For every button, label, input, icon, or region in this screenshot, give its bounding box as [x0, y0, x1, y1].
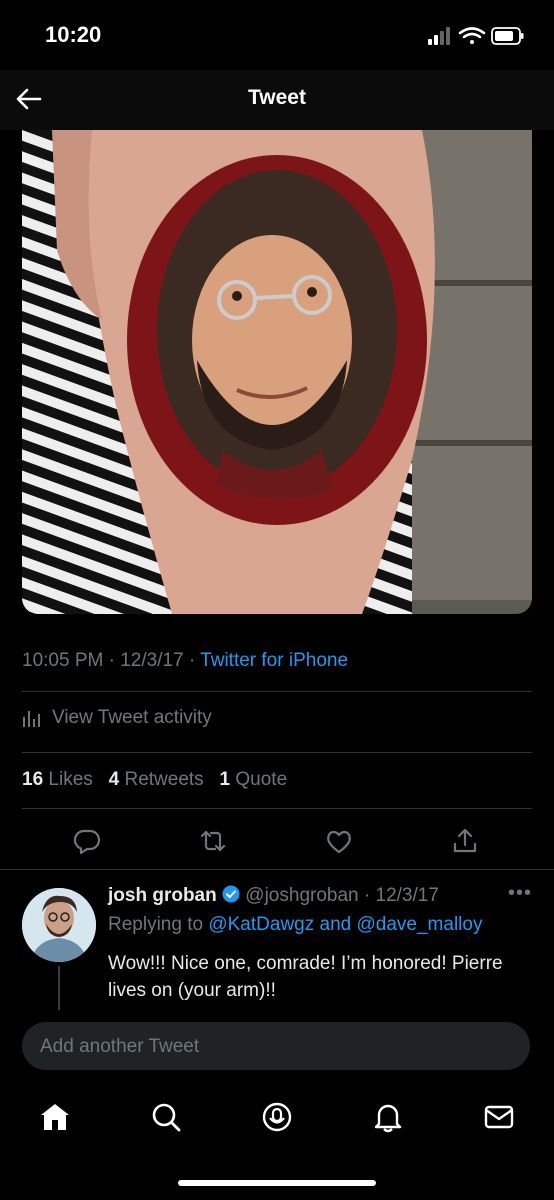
- share-icon[interactable]: [450, 826, 480, 856]
- divider: [22, 752, 532, 753]
- divider: [22, 808, 532, 809]
- tweet-date: 12/3/17: [120, 650, 184, 671]
- home-icon[interactable]: [38, 1100, 72, 1134]
- avatar-portrait: [22, 888, 96, 962]
- battery-icon: [491, 27, 524, 45]
- activity-chart-icon: [23, 711, 40, 727]
- home-indicator: [178, 1180, 376, 1186]
- retweets-stat[interactable]: 4 Retweets: [109, 769, 204, 790]
- quotes-stat[interactable]: 1 Quote: [220, 769, 288, 790]
- status-icons: [428, 27, 524, 45]
- retweet-icon[interactable]: [198, 826, 228, 856]
- meta-separator: ·: [108, 650, 121, 671]
- tweet-source-link[interactable]: Twitter for iPhone: [200, 650, 348, 671]
- search-icon[interactable]: [149, 1100, 183, 1134]
- tweet-actions: [0, 820, 554, 864]
- activity-label: View Tweet activity: [52, 707, 212, 728]
- reply-author-handle[interactable]: @joshgroban: [245, 885, 358, 906]
- retweets-count: 4: [108, 769, 120, 790]
- quotes-count: 1: [219, 769, 231, 790]
- reply-text: Wow!!! Nice one, comrade! I’m honored! P…: [108, 953, 503, 1001]
- likes-label: Likes: [48, 769, 93, 790]
- tweet-stats: 16 Likes 4 Retweets 1 Quote: [22, 769, 287, 791]
- notifications-bell-icon[interactable]: [371, 1100, 405, 1134]
- status-time: 10:20: [45, 22, 102, 47]
- meta-separator: ·: [358, 885, 376, 906]
- replying-prefix: Replying to: [108, 914, 204, 935]
- reply-author-name[interactable]: josh groban: [108, 885, 217, 906]
- mention-link[interactable]: @KatDawgz: [208, 914, 314, 935]
- divider: [0, 869, 554, 870]
- reply-date: 12/3/17: [375, 885, 439, 906]
- reply-header: josh groban @joshgroban · 12/3/17: [108, 885, 439, 907]
- verified-badge-icon: [222, 885, 240, 903]
- tweet-timestamp: 10:05 PM · 12/3/17 · Twitter for iPhone: [22, 650, 348, 672]
- like-heart-icon[interactable]: [324, 826, 354, 856]
- tattoo-photo-illustration: [22, 130, 532, 614]
- avatar[interactable]: [22, 888, 96, 962]
- quotes-label: Quote: [235, 769, 288, 790]
- spaces-icon[interactable]: [260, 1100, 294, 1134]
- meta-separator: ·: [188, 650, 201, 671]
- page-title: Tweet: [248, 86, 306, 109]
- add-tweet-placeholder: Add another Tweet: [40, 1036, 200, 1057]
- tweet-time: 10:05 PM: [22, 650, 104, 671]
- more-options-icon[interactable]: •••: [508, 882, 532, 905]
- wifi-icon: [458, 27, 486, 44]
- likes-stat[interactable]: 16 Likes: [22, 769, 93, 790]
- cellular-signal-icon: [428, 27, 450, 45]
- view-tweet-activity-button[interactable]: View Tweet activity: [22, 707, 212, 729]
- retweets-label: Retweets: [124, 769, 204, 790]
- tweet-photo[interactable]: [22, 130, 532, 614]
- and-word: and: [319, 914, 352, 935]
- likes-count: 16: [22, 769, 44, 790]
- divider: [22, 691, 532, 692]
- thread-line: [58, 966, 60, 1012]
- replying-to: Replying to @KatDawgz and @dave_malloy: [108, 914, 482, 936]
- messages-envelope-icon[interactable]: [482, 1100, 516, 1134]
- mention-link[interactable]: @dave_malloy: [357, 914, 483, 935]
- reply-icon[interactable]: [72, 826, 102, 856]
